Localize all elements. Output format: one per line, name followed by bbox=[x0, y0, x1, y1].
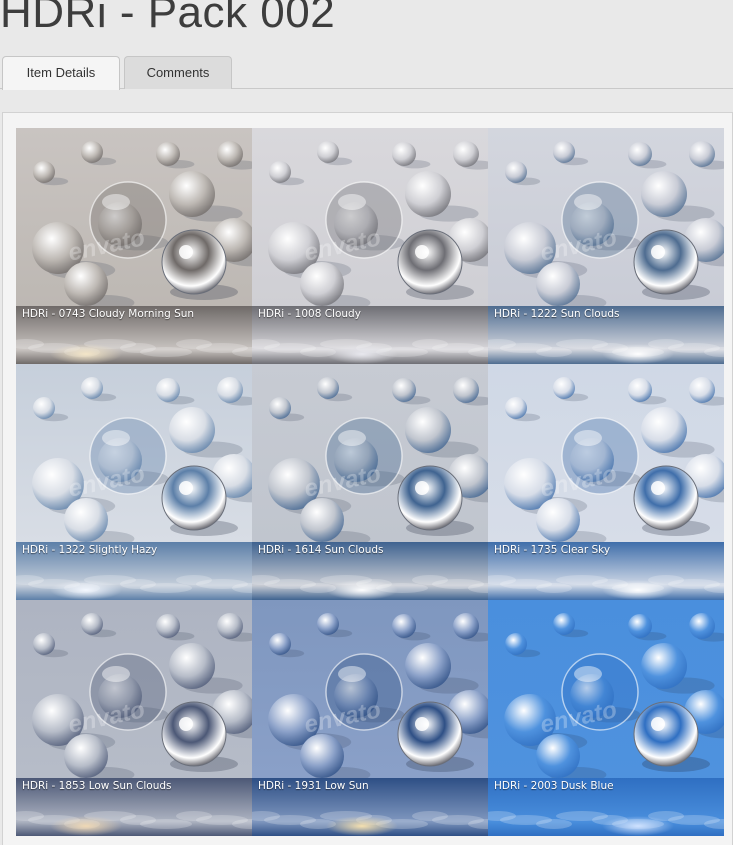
preview-tile-1222[interactable]: envato HDRi - 1222 Sun Clouds bbox=[488, 128, 724, 364]
tile-render bbox=[252, 128, 488, 311]
tile-render bbox=[252, 364, 488, 547]
page-title: HDRi - Pack 002 bbox=[0, 0, 336, 37]
tile-render-svg bbox=[252, 600, 488, 783]
tab-bar: Item Details Comments bbox=[0, 56, 733, 90]
tab-comments[interactable]: Comments bbox=[124, 56, 232, 89]
tile-caption: HDRi - 1931 Low Sun bbox=[258, 780, 369, 792]
tile-render-svg bbox=[488, 128, 724, 311]
tile-render bbox=[16, 128, 252, 311]
tile-caption: HDRi - 1322 Slightly Hazy bbox=[22, 544, 158, 556]
tile-render-svg bbox=[16, 364, 252, 547]
tile-render bbox=[488, 364, 724, 547]
tab-comments-label: Comments bbox=[146, 65, 210, 80]
tile-render-svg bbox=[16, 600, 252, 783]
tile-render-svg bbox=[488, 364, 724, 547]
tile-caption: HDRi - 1008 Cloudy bbox=[258, 308, 361, 320]
preview-tile-1735[interactable]: envato HDRi - 1735 Clear Sky bbox=[488, 364, 724, 600]
preview-tile-1614[interactable]: envato HDRi - 1614 Sun Clouds bbox=[252, 364, 488, 600]
tile-render bbox=[16, 600, 252, 783]
preview-tile-2003[interactable]: envato HDRi - 2003 Dusk Blue bbox=[488, 600, 724, 836]
tile-caption: HDRi - 1614 Sun Clouds bbox=[258, 544, 384, 556]
tile-render-svg bbox=[16, 128, 252, 311]
hdri-preview-grid: envato HDRi - 0743 Cloudy Morning Sun env… bbox=[16, 128, 724, 836]
tile-caption: HDRi - 0743 Cloudy Morning Sun bbox=[22, 308, 195, 320]
tile-caption: HDRi - 1735 Clear Sky bbox=[494, 544, 611, 556]
preview-tile-0743[interactable]: envato HDRi - 0743 Cloudy Morning Sun bbox=[16, 128, 252, 364]
tile-render bbox=[252, 600, 488, 783]
tile-render-svg bbox=[252, 364, 488, 547]
preview-tile-1322[interactable]: envato HDRi - 1322 Slightly Hazy bbox=[16, 364, 252, 600]
preview-tile-1008[interactable]: envato HDRi - 1008 Cloudy bbox=[252, 128, 488, 364]
tile-render bbox=[16, 364, 252, 547]
tile-caption: HDRi - 1853 Low Sun Clouds bbox=[22, 780, 172, 792]
tile-caption: HDRi - 1222 Sun Clouds bbox=[494, 308, 620, 320]
preview-tile-1853[interactable]: envato HDRi - 1853 Low Sun Clouds bbox=[16, 600, 252, 836]
tab-item-details[interactable]: Item Details bbox=[2, 56, 120, 90]
tile-render-svg bbox=[488, 600, 724, 783]
preview-tile-1931[interactable]: envato HDRi - 1931 Low Sun bbox=[252, 600, 488, 836]
tile-render bbox=[488, 128, 724, 311]
tile-render-svg bbox=[252, 128, 488, 311]
tile-caption: HDRi - 2003 Dusk Blue bbox=[494, 780, 614, 792]
tile-render bbox=[488, 600, 724, 783]
tab-item-details-label: Item Details bbox=[26, 65, 96, 80]
